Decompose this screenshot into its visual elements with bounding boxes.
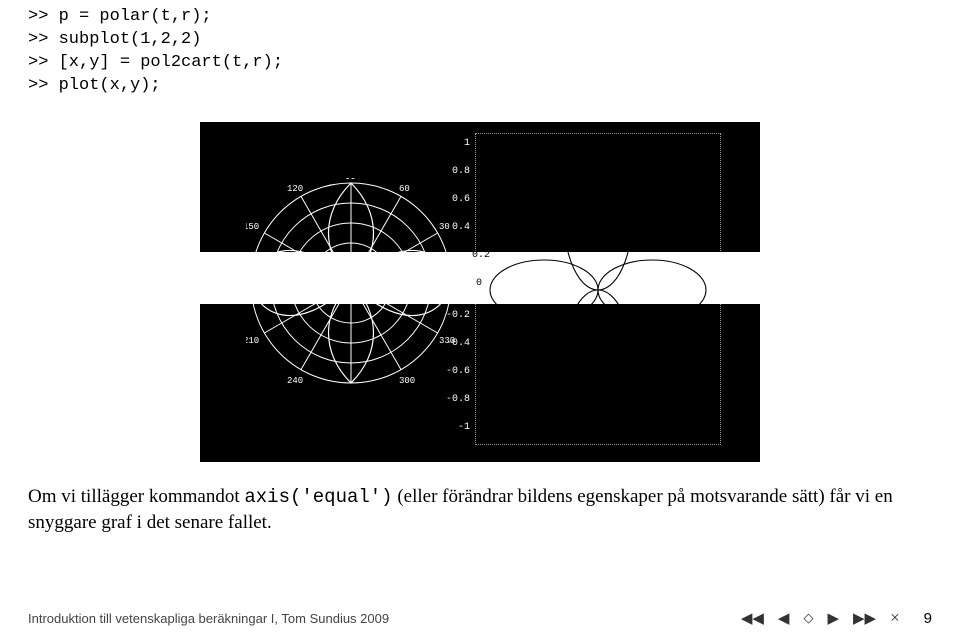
polar-plot: 0 180 30 60 90 120 150 210 240 270 300 3…	[246, 178, 456, 388]
svg-text:210: 210	[246, 336, 259, 346]
svg-text:300: 300	[399, 376, 415, 386]
inline-code: axis('equal')	[244, 486, 392, 508]
last-page-icon[interactable]: ▶▶	[853, 609, 876, 628]
para-text: Om vi tillägger kommandot	[28, 486, 244, 507]
svg-text:240: 240	[287, 376, 303, 386]
page-number: 9	[924, 610, 932, 627]
ytick: 1	[464, 138, 470, 149]
svg-text:30: 30	[439, 222, 450, 232]
ytick: 0.6	[452, 194, 470, 205]
code-line: >> plot(x,y);	[28, 75, 960, 98]
ytick: -0.4	[446, 338, 470, 349]
svg-text:180: 180	[246, 280, 249, 290]
nav-controls: ◀◀ ◀ ◇ ▶ ▶▶ × 9	[741, 608, 932, 628]
figure-panel: 0 180 30 60 90 120 150 210 240 270 300 3…	[200, 122, 760, 462]
ytick: 0.2	[472, 250, 490, 261]
footer-credit: Introduktion till vetenskapliga beräknin…	[28, 611, 389, 626]
body-paragraph: Om vi tillägger kommandot axis('equal') …	[0, 480, 960, 536]
next-page-icon[interactable]: ▶	[827, 609, 839, 628]
ytick: 0.8	[452, 166, 470, 177]
code-line: >> subplot(1,2,2)	[28, 29, 960, 52]
footer: Introduktion till vetenskapliga beräknin…	[0, 608, 960, 628]
svg-text:90: 90	[345, 178, 356, 182]
code-line: >> p = polar(t,r);	[28, 6, 960, 29]
toggle-icon[interactable]: ◇	[803, 610, 813, 626]
cartesian-plot	[486, 140, 710, 440]
first-page-icon[interactable]: ◀◀	[741, 609, 764, 628]
prev-page-icon[interactable]: ◀	[778, 609, 790, 628]
ytick: -1	[458, 422, 470, 433]
close-icon[interactable]: ×	[890, 608, 900, 628]
svg-text:120: 120	[287, 184, 303, 194]
code-line: >> [x,y] = pol2cart(t,r);	[28, 52, 960, 75]
ytick: 0.4	[452, 222, 470, 233]
ytick: 0	[476, 278, 482, 289]
ytick: -0.2	[446, 310, 470, 321]
svg-text:60: 60	[399, 184, 410, 194]
ytick: -0.6	[446, 366, 470, 377]
ytick: -0.8	[446, 394, 470, 405]
code-block: >> p = polar(t,r); >> subplot(1,2,2) >> …	[0, 0, 960, 98]
svg-text:0: 0	[455, 280, 456, 290]
svg-text:150: 150	[246, 222, 259, 232]
